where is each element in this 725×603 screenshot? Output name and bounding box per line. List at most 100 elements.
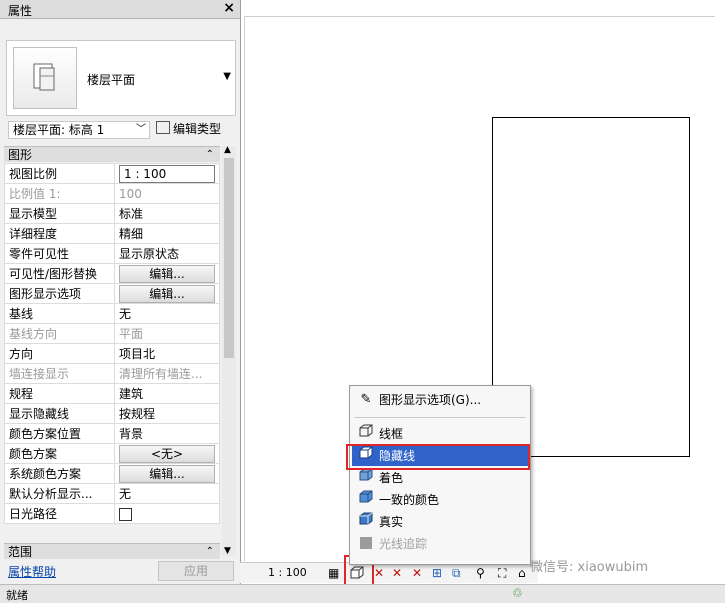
property-value: 编辑... xyxy=(114,283,220,304)
detail-level-icon[interactable]: ▦ xyxy=(328,566,339,580)
properties-scrollbar[interactable]: ▲ ▼ xyxy=(222,145,236,556)
watermark: 微信号: xiaowubim xyxy=(530,560,649,575)
chevron-down-icon: ﹀ xyxy=(136,124,146,135)
color-scheme-button[interactable]: <无> xyxy=(119,444,215,463)
consistent-colors-icon xyxy=(358,490,374,510)
menu-item-wireframe[interactable]: 线框 xyxy=(352,424,528,444)
properties-panel: 属性 × 楼层平面 ▼ 楼层平面: 标高 1 ﹀ 编辑类型 图形 ⌃ 视图比例 xyxy=(0,0,241,584)
type-label: 楼层平面 xyxy=(87,73,136,87)
property-value: 清理所有墙连... xyxy=(114,363,220,384)
instance-selector[interactable]: 楼层平面: 标高 1 ﹀ xyxy=(8,121,150,139)
property-row: 默认分析显示... 无 xyxy=(4,483,220,504)
property-key: 基线方向 xyxy=(4,323,115,344)
collapse-icon: ⌃ xyxy=(205,149,214,160)
property-row: 基线 无 xyxy=(4,303,220,324)
property-value[interactable]: 无 xyxy=(114,483,220,504)
scroll-thumb[interactable] xyxy=(224,158,234,358)
panel-footer: 属性帮助 应用 xyxy=(0,560,240,582)
property-key: 默认分析显示... xyxy=(4,483,115,504)
property-key: 比例值 1: xyxy=(4,183,115,204)
lock-3d-view-icon[interactable]: ⚲ xyxy=(476,566,485,580)
property-key: 显示模型 xyxy=(4,203,115,224)
edit-type-button[interactable]: 编辑类型 xyxy=(156,121,236,139)
scroll-down-icon[interactable]: ▼ xyxy=(224,546,231,556)
pencil-icon: ✎ xyxy=(360,392,372,407)
properties-help-link[interactable]: 属性帮助 xyxy=(8,563,56,580)
floor-plan-icon xyxy=(13,47,77,109)
sun-path-checkbox[interactable] xyxy=(119,507,132,521)
property-value[interactable]: 精细 xyxy=(114,223,220,244)
property-key: 零件可见性 xyxy=(4,243,115,264)
property-key: 系统颜色方案 xyxy=(4,463,115,484)
close-icon[interactable]: × xyxy=(223,0,235,16)
property-value[interactable]: 显示原状态 xyxy=(114,243,220,264)
ray-trace-icon xyxy=(358,534,374,554)
scroll-up-icon[interactable]: ▲ xyxy=(224,145,231,155)
property-row: 显示隐藏线 按规程 xyxy=(4,403,220,424)
property-row: 方向 项目北 xyxy=(4,343,220,364)
collapse-icon: ⌃ xyxy=(205,546,214,557)
menu-item-label: 一致的颜色 xyxy=(379,493,440,507)
property-value[interactable]: 标准 xyxy=(114,203,220,224)
group-header-extents[interactable]: 范围 ⌃ xyxy=(4,543,220,559)
worksharing-icon[interactable]: ♲ xyxy=(512,586,523,600)
reveal-hidden-icon[interactable]: ⌂ xyxy=(518,566,526,580)
property-key: 显示隐藏线 xyxy=(4,403,115,424)
menu-item-consistent-colors[interactable]: 一致的颜色 xyxy=(352,490,528,510)
type-selector[interactable]: 楼层平面 ▼ xyxy=(6,40,236,116)
edit-button[interactable]: 编辑... xyxy=(119,284,215,303)
property-key: 基线 xyxy=(4,303,115,324)
property-row: 零件可见性 显示原状态 xyxy=(4,243,220,264)
shadows-off-icon[interactable]: ✕ xyxy=(392,566,402,580)
property-row: 颜色方案 <无> xyxy=(4,443,220,464)
menu-separator xyxy=(354,417,526,418)
property-value[interactable]: 按规程 xyxy=(114,403,220,424)
property-value[interactable]: 项目北 xyxy=(114,343,220,364)
properties-table: 视图比例 1 : 100 比例值 1: 100 显示模型 标准 详细程度 精细 … xyxy=(4,163,220,524)
menu-item-ray-trace: 光线追踪 xyxy=(352,534,528,554)
menu-item-label: 真实 xyxy=(379,515,404,529)
render-icon[interactable]: ✕ xyxy=(412,566,422,580)
chevron-down-icon[interactable]: ▼ xyxy=(223,71,231,82)
status-text: 就绪 xyxy=(6,589,28,602)
property-value: 编辑... xyxy=(114,263,220,284)
property-value xyxy=(114,503,220,524)
crop-view-icon[interactable]: ⊞ xyxy=(432,566,442,580)
visual-style-menu: ✎ 图形显示选项(G)... 线框 隐藏线 着色 一致的颜色 真实 光线追踪 xyxy=(349,385,531,565)
property-row: 显示模型 标准 xyxy=(4,203,220,224)
edit-button[interactable]: 编辑... xyxy=(119,464,215,483)
menu-item-shaded[interactable]: 着色 xyxy=(352,468,528,488)
property-row: 比例值 1: 100 xyxy=(4,183,220,204)
property-value[interactable]: 无 xyxy=(114,303,220,324)
temporary-hide-icon[interactable]: ⛶ xyxy=(498,566,506,581)
menu-item-label: 图形显示选项(G)... xyxy=(379,393,482,407)
edit-button[interactable]: 编辑... xyxy=(119,264,215,283)
edit-type-icon xyxy=(156,121,170,134)
sun-path-off-icon[interactable]: ✕ xyxy=(374,566,384,580)
panel-title: 属性 xyxy=(8,4,33,18)
property-key: 颜色方案 xyxy=(4,443,115,464)
menu-item-label: 光线追踪 xyxy=(379,537,428,551)
menu-item-graphic-display-options[interactable]: ✎ 图形显示选项(G)... xyxy=(352,390,528,410)
status-bar: 就绪 ♲ xyxy=(0,584,725,603)
property-row: 颜色方案位置 背景 xyxy=(4,423,220,444)
view-scale-input[interactable]: 1 : 100 xyxy=(119,164,215,183)
show-crop-region-icon[interactable]: ⧉ xyxy=(452,566,461,581)
group-header-label: 范围 xyxy=(8,545,33,559)
group-header-graphics[interactable]: 图形 ⌃ xyxy=(4,146,220,162)
property-row: 详细程度 精细 xyxy=(4,223,220,244)
edit-type-label: 编辑类型 xyxy=(173,122,222,136)
view-scale-label[interactable]: 1 : 100 xyxy=(268,566,307,579)
view-control-bar: 1 : 100 ▦ ✕ ✕ ✕ ⊞ ⧉ ⚲ ⛶ ⌂ xyxy=(240,562,538,583)
menu-item-realistic[interactable]: 真实 xyxy=(352,512,528,532)
property-value: <无> xyxy=(114,443,220,464)
wireframe-icon xyxy=(358,424,374,444)
property-key: 规程 xyxy=(4,383,115,404)
property-value: 平面 xyxy=(114,323,220,344)
property-value[interactable]: 背景 xyxy=(114,423,220,444)
property-value[interactable]: 建筑 xyxy=(114,383,220,404)
instance-row: 楼层平面: 标高 1 ﹀ 编辑类型 xyxy=(4,119,236,141)
apply-button[interactable]: 应用 xyxy=(158,561,234,581)
property-key: 详细程度 xyxy=(4,223,115,244)
property-value[interactable]: 1 : 100 xyxy=(114,163,220,184)
